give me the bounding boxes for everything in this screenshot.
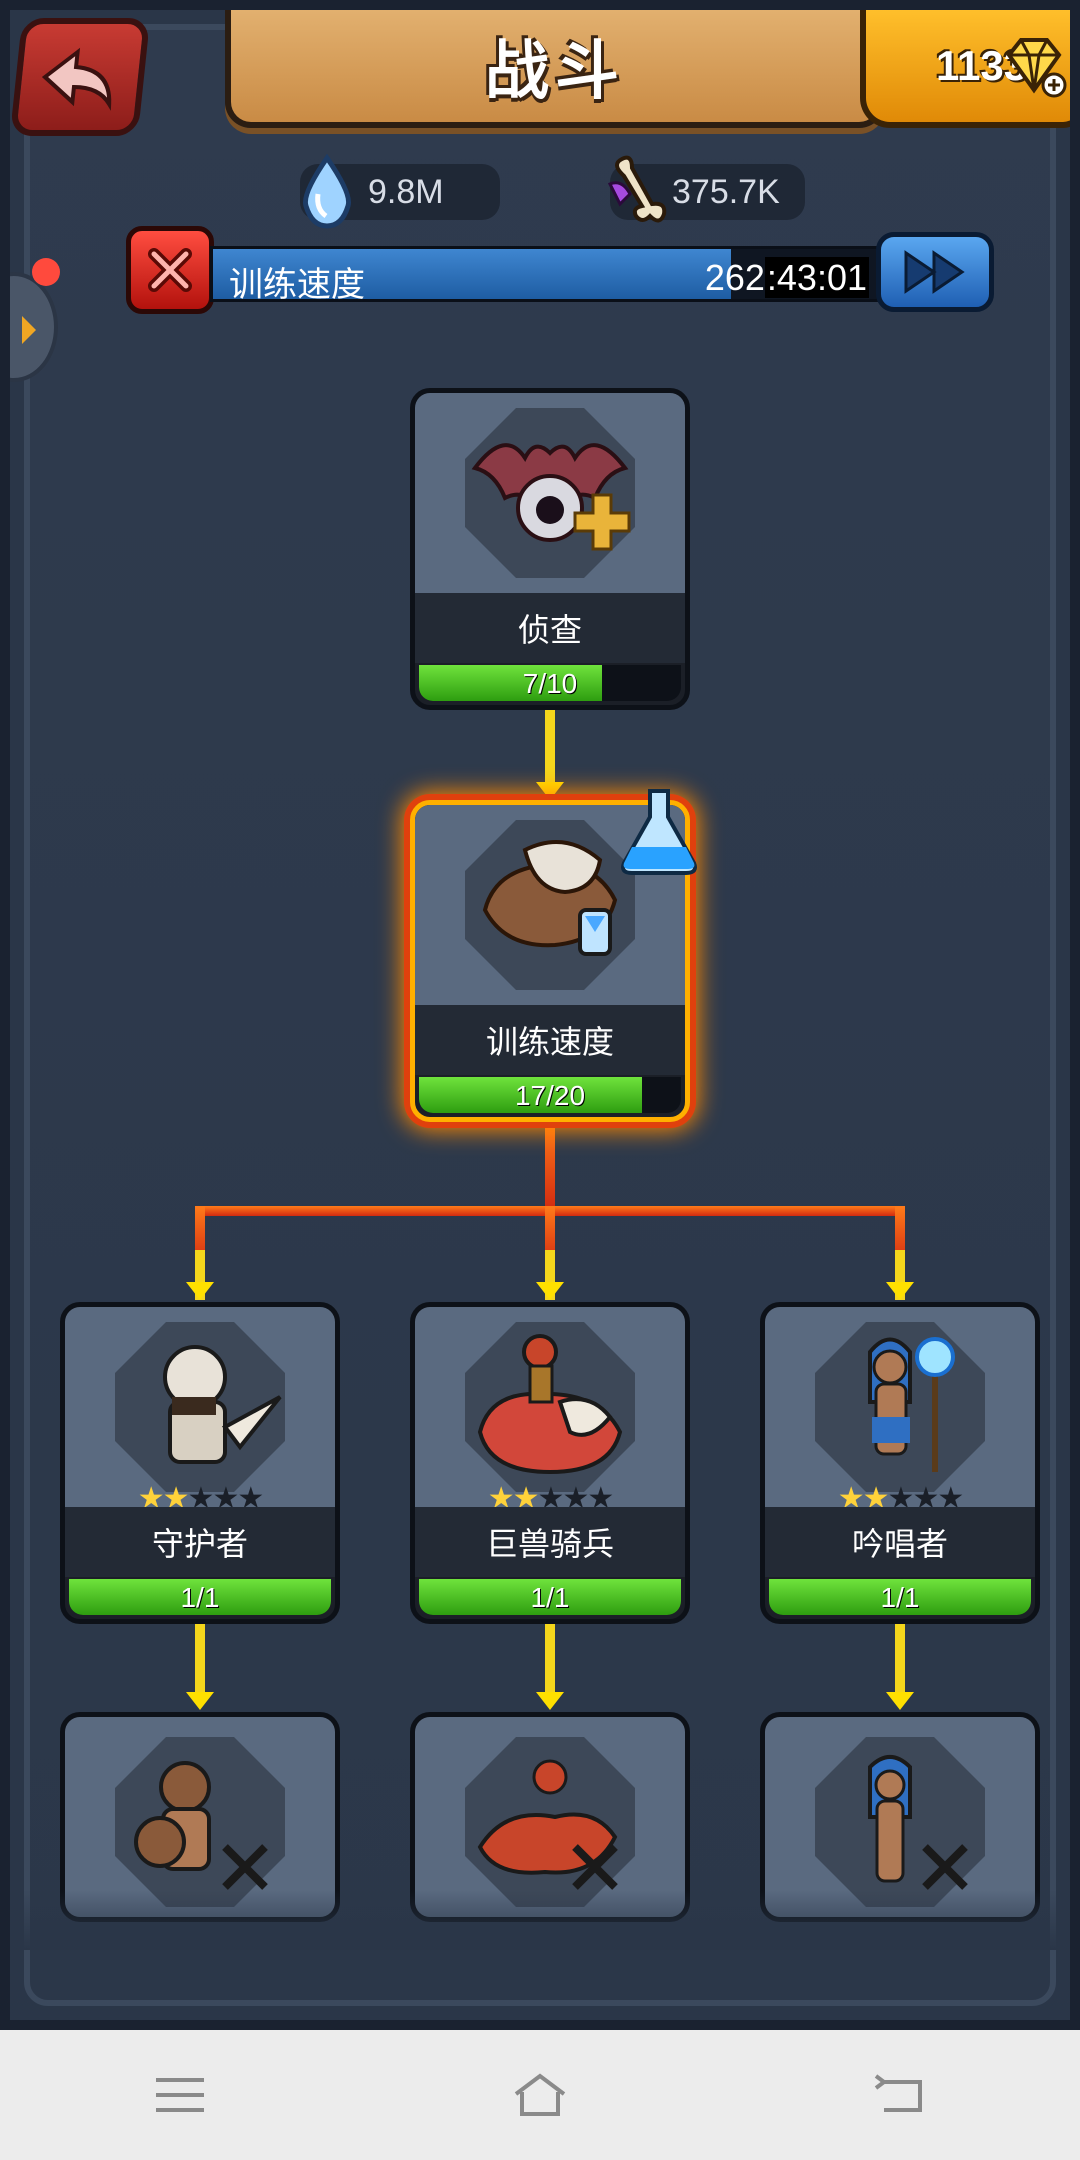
- water-drop-icon: [302, 154, 352, 229]
- speed-up-button[interactable]: [876, 232, 994, 312]
- unit-card-chanter[interactable]: ★★★★★ 吟唱者 1/1: [760, 1302, 1040, 1624]
- gem-counter-button[interactable]: 1133: [860, 10, 1070, 128]
- system-nav-bar: [0, 2030, 1080, 2160]
- connector: [195, 1620, 205, 1700]
- connector-arrow: [886, 1692, 914, 1710]
- cancel-training-button[interactable]: [126, 226, 214, 314]
- back-nav-icon: [874, 2074, 922, 2112]
- connector-arrow: [186, 1282, 214, 1300]
- flask-icon: [621, 789, 697, 875]
- title-banner: 战斗: [225, 10, 885, 128]
- unit-art: [65, 1307, 335, 1507]
- cancel-icon: [148, 248, 192, 292]
- skill-progress-text: 17/20: [514, 1080, 586, 1111]
- game-panel: 侦查 7/10 训练速度 17/20 ★★★★★ 守护者 1/1 ★★★★★ 巨…: [0, 0, 1080, 2030]
- unit-progress-bar: 1/1: [69, 1579, 331, 1615]
- unit-name: 守护者: [65, 1507, 335, 1577]
- unit-art: [415, 1307, 685, 1507]
- back-nav-button[interactable]: [840, 2045, 960, 2145]
- unit-card-guardian[interactable]: ★★★★★ 守护者 1/1: [60, 1302, 340, 1624]
- bone-amount: 375.7K: [672, 172, 780, 211]
- bone-resource: 375.7K: [607, 155, 805, 223]
- unit-art: [765, 1307, 1035, 1507]
- guardian-unit-icon: [163, 1345, 282, 1464]
- skill-art: [415, 393, 685, 593]
- side-drawer-tab[interactable]: [10, 272, 58, 382]
- unit-name: 巨兽骑兵: [415, 1507, 685, 1577]
- back-arrow-icon: [41, 47, 112, 111]
- skill-card-scout[interactable]: 侦查 7/10: [410, 388, 690, 710]
- unit-card-beast-rider[interactable]: ★★★★★ 巨兽骑兵 1/1: [410, 1302, 690, 1624]
- skill-progress-bar: 7/10: [419, 665, 681, 701]
- connector: [545, 710, 555, 790]
- bone-icon: [607, 155, 667, 223]
- bat-eye-icon: [471, 443, 631, 551]
- unit-progress-bar: 1/1: [419, 1579, 681, 1615]
- connector: [545, 1620, 555, 1700]
- training-label: 训练速度: [229, 266, 365, 304]
- fast-forward-icon: [904, 250, 965, 294]
- home-button[interactable]: [480, 2045, 600, 2145]
- priestess-unit-icon: [868, 1755, 968, 1890]
- skill-progress-bar: 17/20: [419, 1077, 681, 1113]
- wolf-rider-unit-icon: [477, 1759, 618, 1890]
- unit-progress-text: 1/1: [530, 1582, 570, 1613]
- training-progress-bar: 训练速度 262:43:01: [210, 246, 880, 304]
- connector-arrow: [886, 1282, 914, 1300]
- skull-hourglass-icon: [482, 840, 618, 956]
- unit-name: 吟唱者: [765, 1507, 1035, 1577]
- connector-arrow: [536, 1282, 564, 1300]
- home-icon: [514, 2073, 566, 2116]
- unit-progress-bar: 1/1: [769, 1579, 1031, 1615]
- water-resource: 9.8M: [300, 154, 500, 229]
- connector-arrow: [536, 782, 564, 800]
- training-timer: 262:43:01: [704, 257, 869, 298]
- gem-icon: [1006, 38, 1067, 98]
- connector: [545, 1120, 555, 1210]
- skill-name: 训练速度: [415, 1005, 685, 1075]
- skill-progress-text: 7/10: [522, 668, 578, 699]
- skill-name: 侦查: [415, 593, 685, 663]
- unit-progress-text: 1/1: [880, 1582, 920, 1613]
- unit-progress-text: 1/1: [180, 1582, 220, 1613]
- connector: [895, 1620, 905, 1700]
- page-title: 战斗: [485, 35, 625, 107]
- notification-dot: [32, 258, 60, 286]
- connector-arrow: [186, 1692, 214, 1710]
- connector-arrow: [536, 1692, 564, 1710]
- menu-icon: [156, 2078, 204, 2112]
- water-amount: 9.8M: [368, 172, 444, 211]
- warrior-unit-icon: [134, 1761, 268, 1890]
- chanter-unit-icon: [868, 1337, 955, 1472]
- menu-button[interactable]: [120, 2045, 240, 2145]
- back-button[interactable]: [10, 18, 151, 136]
- beast-rider-unit-icon: [477, 1334, 623, 1475]
